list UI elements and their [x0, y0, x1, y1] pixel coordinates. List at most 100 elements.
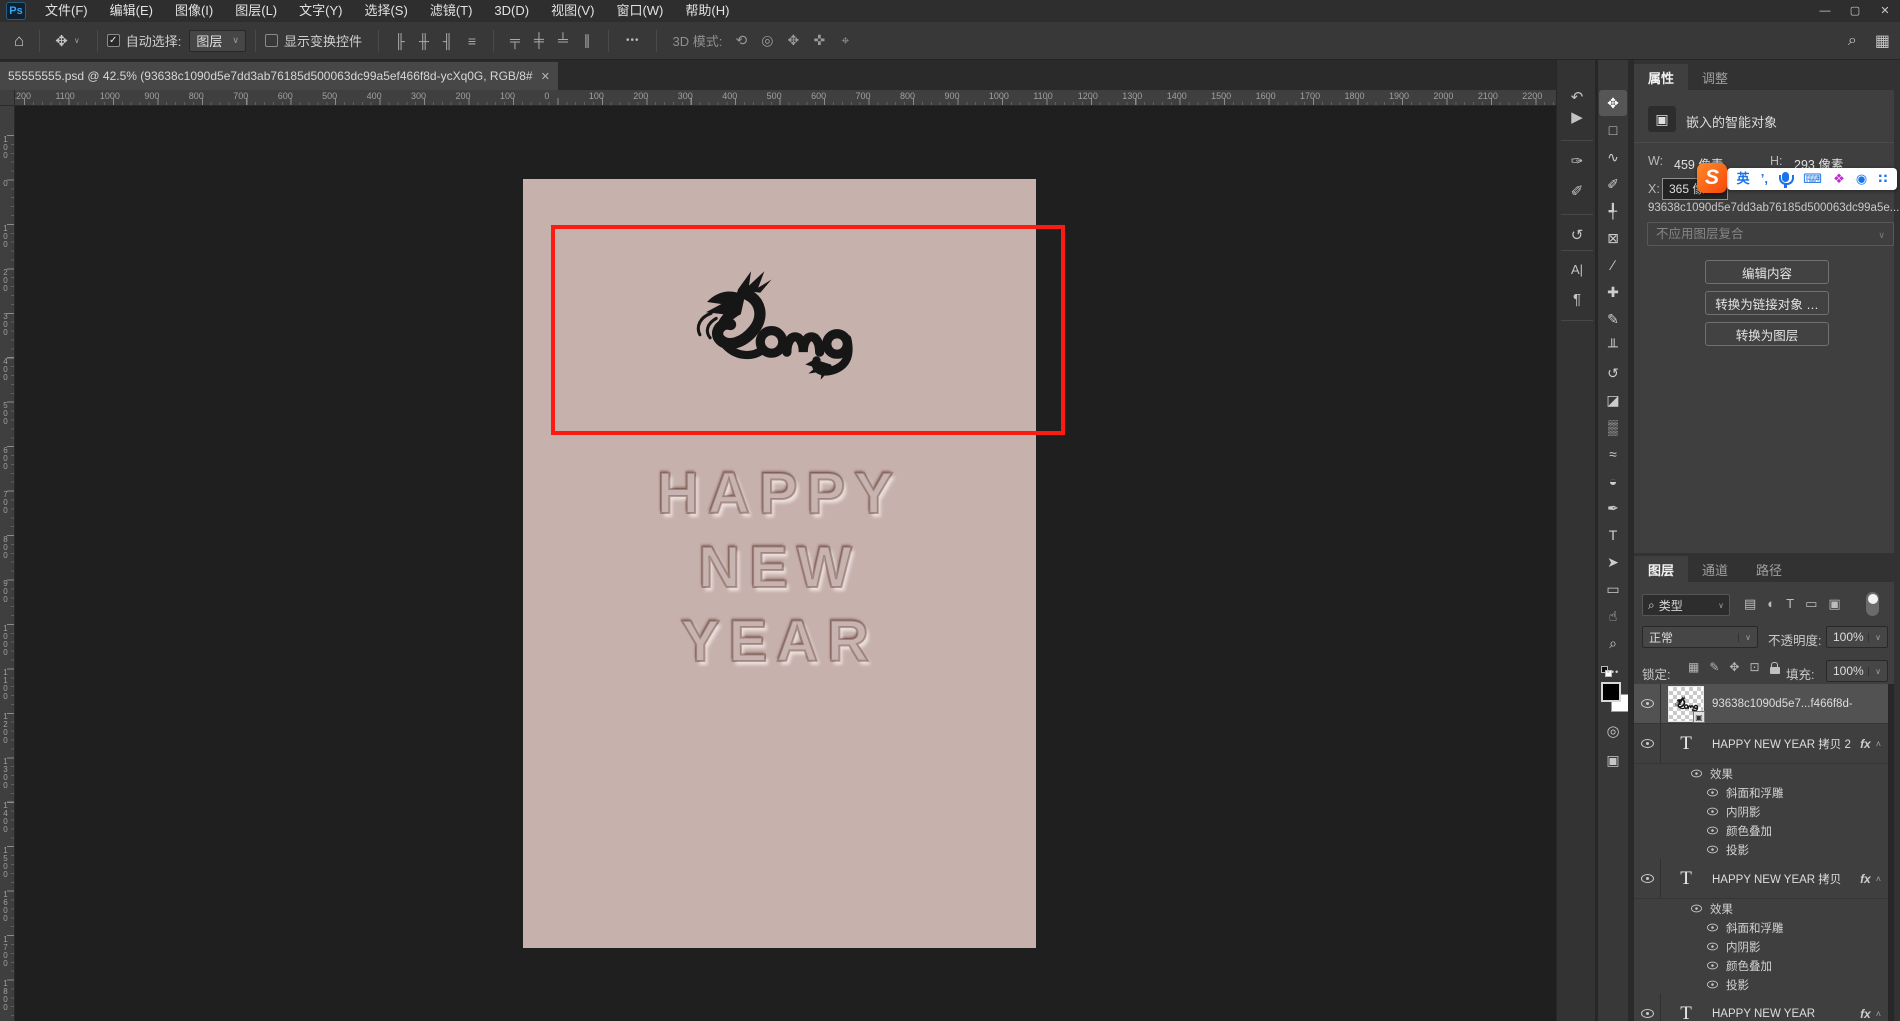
screen-mode-icon[interactable]: ▣: [1599, 748, 1627, 772]
zoom-tool[interactable]: ⌕: [1599, 630, 1627, 656]
brush-tool[interactable]: ✎: [1599, 306, 1627, 332]
menu-item-1[interactable]: 编辑(E): [99, 0, 164, 22]
menu-item-0[interactable]: 文件(F): [34, 0, 99, 22]
visibility-eye-icon[interactable]: [1707, 789, 1718, 797]
smart-object-selection-outline[interactable]: [551, 225, 1065, 435]
3d-rotate-icon[interactable]: ⟲: [728, 32, 754, 49]
convert-to-layers-button[interactable]: 转换为图层: [1705, 322, 1829, 346]
lock-position-icon[interactable]: ✥: [1729, 660, 1739, 674]
move-tool[interactable]: ✥: [1599, 90, 1627, 116]
rectangle-tool[interactable]: ▭: [1599, 576, 1627, 602]
lock-all-icon[interactable]: [1770, 667, 1780, 674]
visibility-eye-icon[interactable]: [1641, 1009, 1654, 1018]
menu-item-10[interactable]: 帮助(H): [674, 0, 740, 22]
visibility-eye-icon[interactable]: [1707, 924, 1718, 932]
filter-shape-layers-icon[interactable]: ▭: [1805, 596, 1817, 612]
visibility-eye-icon[interactable]: [1707, 846, 1718, 854]
workspace-switcher-icon[interactable]: ▦: [1875, 31, 1890, 51]
chevron-down-icon[interactable]: ∨: [74, 36, 80, 45]
fx-icon[interactable]: fx: [1860, 1007, 1871, 1021]
filter-type-layers-icon[interactable]: T: [1786, 596, 1794, 612]
quick-mask-icon[interactable]: ◎: [1599, 720, 1627, 744]
visibility-eye-icon[interactable]: [1641, 874, 1654, 883]
show-transform-checkbox[interactable]: [265, 34, 278, 47]
layer-row[interactable]: THAPPY NEW YEAR 拷贝 2fx˄: [1634, 724, 1888, 764]
layers-scrollbar[interactable]: [1888, 684, 1894, 1021]
filter-adjustment-layers-icon[interactable]: ◐: [1767, 596, 1775, 612]
canvas-pasteboard[interactable]: HAPPYNEWYEAR: [15, 106, 1556, 1021]
ime-skin-icon[interactable]: ❖: [1833, 168, 1845, 190]
actions-panel-icon[interactable]: ▶: [1557, 106, 1597, 130]
menu-item-3[interactable]: 图层(L): [224, 0, 288, 22]
effect-row[interactable]: 内阴影: [1634, 802, 1888, 821]
lock-pixels-icon[interactable]: ✎: [1709, 660, 1719, 674]
align-top-icon[interactable]: ╤: [503, 32, 527, 49]
tab-properties-1[interactable]: 调整: [1688, 64, 1742, 90]
tab-layers-0[interactable]: 图层: [1634, 556, 1688, 582]
ime-punctuation-icon[interactable]: ’,: [1761, 168, 1768, 190]
effect-row[interactable]: 颜色叠加: [1634, 956, 1888, 975]
3d-pan-icon[interactable]: ✥: [780, 32, 806, 49]
effect-row[interactable]: 投影: [1634, 840, 1888, 859]
menu-item-5[interactable]: 选择(S): [353, 0, 418, 22]
character-panel-icon[interactable]: A|: [1557, 258, 1597, 282]
layer-row[interactable]: ▣93638c1090d5e7...f466f8d-ycXq0G: [1634, 684, 1888, 724]
brushes-panel-icon[interactable]: ✐: [1557, 180, 1597, 204]
filter-toggle-switch[interactable]: [1866, 592, 1879, 616]
auto-select-checkbox[interactable]: ✓: [107, 34, 120, 47]
close-button[interactable]: ✕: [1870, 0, 1900, 22]
more-options-icon[interactable]: •••: [618, 35, 648, 46]
history-panel-icon[interactable]: ↺: [1557, 224, 1597, 248]
edit-toolbar-icon[interactable]: •••: [1599, 657, 1627, 683]
dodge-tool[interactable]: ◒: [1599, 468, 1627, 494]
ime-keyboard-icon[interactable]: ⌨: [1803, 168, 1822, 190]
tab-properties-0[interactable]: 属性: [1634, 64, 1688, 90]
menu-item-9[interactable]: 窗口(W): [605, 0, 674, 22]
history-brush-tool[interactable]: ↺: [1599, 360, 1627, 386]
lock-transparency-icon[interactable]: ▦: [1688, 660, 1699, 674]
3d-roll-icon[interactable]: ◎: [754, 32, 780, 49]
align-bottom-icon[interactable]: ╧: [551, 32, 575, 49]
visibility-eye-icon[interactable]: [1707, 827, 1718, 835]
3d-camera-icon[interactable]: ⌖: [832, 32, 858, 49]
brush-settings-panel-icon[interactable]: ✑: [1557, 150, 1597, 174]
home-icon[interactable]: ⌂: [8, 31, 30, 51]
lock-artboard-icon[interactable]: ⊡: [1749, 660, 1759, 674]
fx-icon[interactable]: fx: [1860, 737, 1871, 751]
ime-lang-icon[interactable]: 英: [1737, 168, 1750, 190]
3d-slide-icon[interactable]: ✜: [806, 32, 832, 49]
effect-row[interactable]: 斜面和浮雕: [1634, 783, 1888, 802]
layer-thumbnail[interactable]: ▣: [1669, 687, 1703, 721]
eraser-tool[interactable]: ◪: [1599, 387, 1627, 413]
marquee-tool[interactable]: □: [1599, 117, 1627, 143]
pen-tool[interactable]: ✒: [1599, 495, 1627, 521]
convert-to-linked-button[interactable]: 转换为链接对象 …: [1705, 291, 1829, 315]
paragraph-panel-icon[interactable]: ¶: [1557, 288, 1597, 312]
filter-pixel-layers-icon[interactable]: ▤: [1744, 596, 1756, 612]
effect-row[interactable]: 内阴影: [1634, 937, 1888, 956]
tab-layers-2[interactable]: 路径: [1742, 556, 1796, 582]
minimize-button[interactable]: —: [1810, 0, 1840, 22]
menu-item-2[interactable]: 图像(I): [164, 0, 224, 22]
fill-input[interactable]: 100% ∨: [1826, 660, 1888, 682]
sogou-input-logo[interactable]: S: [1697, 163, 1727, 193]
menu-item-6[interactable]: 滤镜(T): [419, 0, 484, 22]
visibility-eye-icon[interactable]: [1707, 943, 1718, 951]
hand-tool[interactable]: ☝: [1599, 603, 1627, 629]
type-tool[interactable]: T: [1599, 522, 1627, 548]
layer-fx[interactable]: fx˄: [1860, 737, 1888, 751]
layer-filter-select[interactable]: ⌕ 类型 ∨: [1642, 594, 1730, 616]
foreground-color-swatch[interactable]: [1601, 682, 1621, 702]
gradient-tool[interactable]: ▒: [1599, 414, 1627, 440]
tab-layers-1[interactable]: 通道: [1688, 556, 1742, 582]
menu-item-7[interactable]: 3D(D): [483, 0, 540, 22]
fx-icon[interactable]: fx: [1860, 872, 1871, 886]
layer-fx[interactable]: fx˄: [1860, 872, 1888, 886]
ime-menu-icon[interactable]: ∷: [1878, 168, 1887, 190]
horizontal-ruler[interactable]: 1200110010009008007006005004003002001000…: [15, 90, 1556, 106]
layer-fx[interactable]: fx˄: [1860, 1007, 1888, 1021]
edit-contents-button[interactable]: 编辑内容: [1705, 260, 1829, 284]
ime-toolbox-icon[interactable]: ◉: [1856, 168, 1867, 190]
distribute-h-icon[interactable]: ≡: [460, 33, 484, 49]
layer-row[interactable]: THAPPY NEW YEARfx˄: [1634, 994, 1888, 1021]
